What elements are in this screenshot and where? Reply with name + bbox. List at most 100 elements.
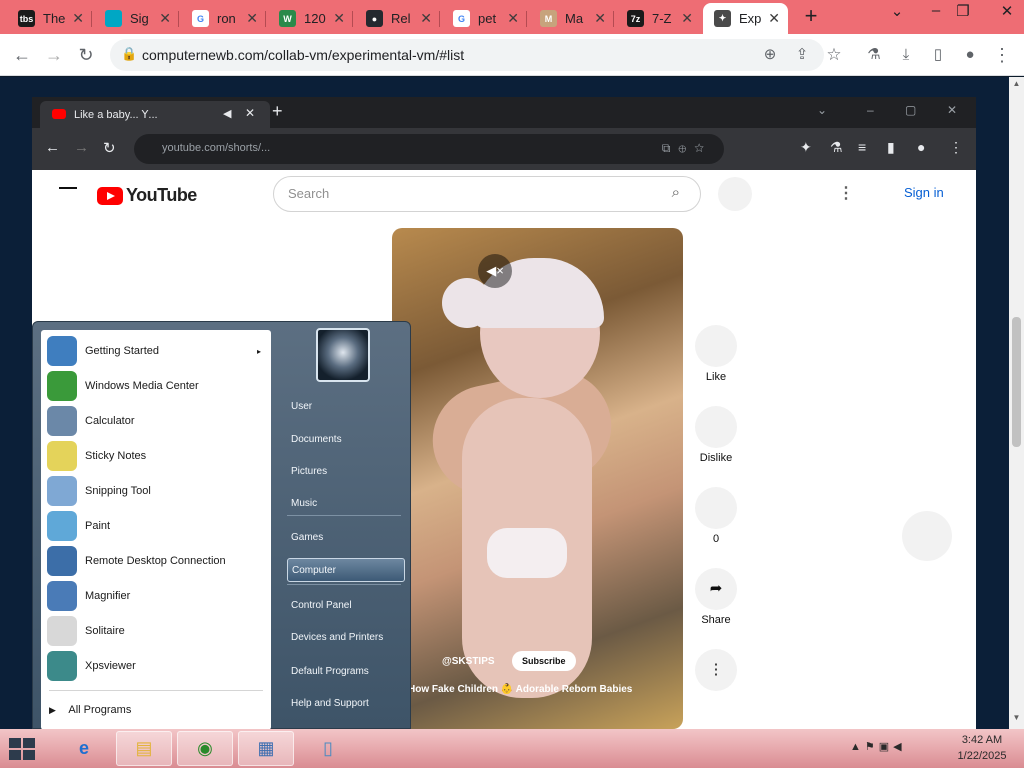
start-menu-program[interactable]: Solitaire [41,614,271,648]
download-icon[interactable]: ⤓ [894,43,918,67]
comment-icon[interactable] [695,487,737,529]
file-explorer-icon[interactable]: ▤ [116,731,172,766]
vm-omnibox-icons[interactable]: ⧉⊕☆ [662,141,712,156]
scrollbar-thumb[interactable] [1012,317,1021,447]
bookmark-star-icon[interactable]: ☆ [822,43,846,67]
start-menu-place-documents[interactable]: Documents [287,428,405,452]
subscribe-button[interactable]: Subscribe [512,651,576,671]
start-menu-place-default-programs[interactable]: Default Programs [287,660,405,684]
more-action[interactable]: ⋮ [694,649,738,695]
control-panel-taskbar-icon[interactable]: ▦ [238,731,294,766]
vm-minimize-button[interactable]: – [867,103,874,117]
tab-close-icon[interactable]: ✕ [768,10,780,27]
all-programs-button[interactable]: ▶ All Programs [49,704,131,716]
start-menu-place-computer[interactable]: Computer [287,558,405,582]
start-menu-place-games[interactable]: Games [287,526,405,550]
browser-tab[interactable]: M Ma ✕ [529,3,614,34]
start-menu-place-music[interactable]: Music [287,492,405,516]
mute-icon[interactable]: ◀× [478,254,512,288]
tab-close-icon[interactable]: ✕ [159,10,171,27]
tab-close-icon[interactable]: ✕ [246,10,258,27]
vm-close-button[interactable]: ✕ [947,103,957,117]
browser-menu-icon[interactable]: ⋮ [990,43,1014,67]
vm-tab-close-icon[interactable]: ✕ [245,106,255,120]
browser-tab[interactable]: Sig ✕ [94,3,179,34]
youtube-logo[interactable]: YouTube [97,185,197,206]
profile-avatar[interactable]: ● [958,43,982,67]
vm-sidepanel-icon[interactable]: ▮ [887,139,895,156]
comment-action[interactable]: 0 [694,487,738,545]
back-button[interactable]: ← [10,43,34,67]
vm-back-button[interactable]: ← [45,139,60,156]
minimize-button[interactable]: – [921,2,951,19]
start-menu-program[interactable]: Windows Media Center [41,369,271,403]
internet-explorer-icon[interactable]: e [56,731,112,766]
tab-search-icon[interactable]: ⌄ [882,2,912,20]
hamburger-icon[interactable] [59,187,77,189]
vm-new-tab-button[interactable]: + [272,101,283,122]
like-action[interactable]: Like [694,325,738,383]
scroll-down-arrow[interactable]: ▼ [1009,713,1024,722]
forward-button[interactable]: → [42,43,66,67]
reload-button[interactable]: ↻ [74,43,98,67]
vm-address-bar[interactable]: youtube.com/shorts/... ⧉⊕☆ [134,134,724,164]
youtube-search-input[interactable]: Search ⌕ [273,176,701,212]
share-action[interactable]: ➦ Share [694,568,738,626]
audio-icon[interactable]: ◀ [223,107,231,120]
more-icon[interactable]: ⋮ [695,649,737,691]
tab-close-icon[interactable]: ✕ [507,10,519,27]
start-menu-program[interactable]: Sticky Notes [41,439,271,473]
share-page-icon[interactable]: ⇪ [790,43,814,67]
start-menu-program[interactable]: Getting Started ▸ [41,334,271,368]
vm-flask-icon[interactable]: ⚗ [830,139,843,156]
user-picture[interactable] [316,328,370,382]
start-menu-place-help-and-support[interactable]: Help and Support [287,692,405,716]
address-bar[interactable]: 🔒 computernewb.com/collab-vm/experimenta… [110,39,824,71]
close-window-button[interactable]: ✕ [992,2,1022,20]
start-menu-program[interactable]: Remote Desktop Connection [41,544,271,578]
video-caption[interactable]: How Fake Children 👶 Adorable Reborn Babi… [408,683,668,697]
start-menu-program[interactable]: Snipping Tool [41,474,271,508]
system-tray-icons[interactable]: ▲⚑▣◀ [850,740,906,753]
settings-more-icon[interactable]: ⋮ [838,183,854,203]
start-menu-place-control-panel[interactable]: Control Panel [287,594,405,618]
start-menu-place-pictures[interactable]: Pictures [287,460,405,484]
page-scrollbar[interactable]: ▲ ▼ [1009,77,1024,730]
browser-tab[interactable]: W 120 ✕ [268,3,353,34]
vm-maximize-button[interactable]: ▢ [905,103,916,117]
vm-menu-icon[interactable]: ⋮ [949,139,963,156]
vm-reload-button[interactable]: ↻ [103,139,116,157]
scroll-up-arrow[interactable]: ▲ [1009,79,1024,88]
taskbar-clock[interactable]: 3:42 AM 1/22/2025 [944,732,1020,764]
zoom-icon[interactable]: ⊕ [758,43,782,67]
vm-media-icon[interactable]: ≡ [858,139,866,155]
tab-close-icon[interactable]: ✕ [72,10,84,27]
browser-tab[interactable]: ● Rel ✕ [355,3,440,34]
browser-tab[interactable]: 7z 7-Z ✕ [616,3,701,34]
address-url[interactable]: computernewb.com/collab-vm/experimental-… [142,47,464,63]
next-video-button[interactable] [902,511,952,561]
dislike-icon[interactable] [695,406,737,448]
tab-close-icon[interactable]: ✕ [594,10,606,27]
restore-button[interactable]: ❐ [948,2,978,20]
extension-flask-icon[interactable]: ⚗ [862,43,886,67]
start-menu-program[interactable]: Xpsviewer [41,649,271,683]
vm-tab-search-icon[interactable]: ⌄ [817,103,827,117]
app-taskbar-icon[interactable]: ▯ [300,731,356,766]
dislike-action[interactable]: Dislike [694,406,738,464]
sign-in-button[interactable]: Sign in [904,185,944,200]
start-menu-place-user[interactable]: User [287,395,405,419]
start-menu-program[interactable]: Paint [41,509,271,543]
browser-tab[interactable]: tbs The ✕ [7,3,92,34]
start-menu-program[interactable]: Magnifier [41,579,271,613]
start-menu-place-devices-and-printers[interactable]: Devices and Printers [287,626,405,650]
start-button[interactable] [9,738,37,760]
search-icon[interactable]: ⌕ [672,184,680,201]
chrome-taskbar-icon[interactable]: ◉ [177,731,233,766]
browser-tab[interactable]: Gpet ✕ [442,3,527,34]
browser-tab[interactable]: ✦ Exp ✕ [703,3,788,34]
side-panel-icon[interactable]: ▯ [926,43,950,67]
vm-profile-icon[interactable]: ● [917,139,925,155]
share-icon[interactable]: ➦ [695,568,737,610]
browser-tab[interactable]: Gron ✕ [181,3,266,34]
